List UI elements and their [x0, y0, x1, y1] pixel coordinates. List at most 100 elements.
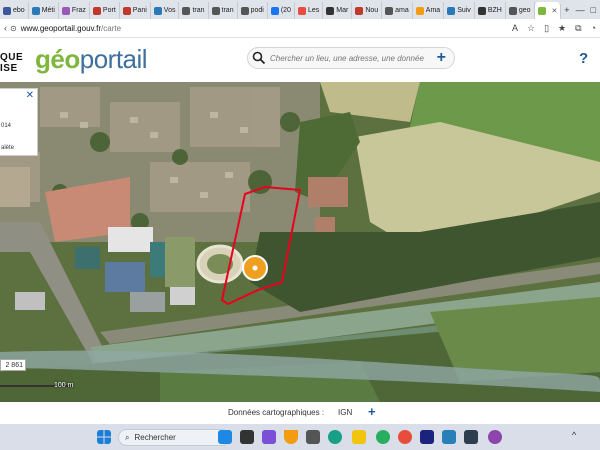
collections-icon[interactable]: ⧉ [575, 23, 581, 34]
address-bar[interactable]: ‹ ⊙ www.geoportail.gouv.fr/carte A ☆ ▯ ★… [0, 19, 600, 38]
logo-geo: géo [35, 44, 80, 74]
headphones-app-icon[interactable] [398, 430, 412, 444]
bing-icon[interactable] [218, 430, 232, 444]
edge-icon[interactable] [328, 430, 342, 444]
site-info-icon[interactable]: ⊙ [10, 24, 17, 33]
browser-tab[interactable]: tran [209, 2, 238, 19]
tab-favicon-icon [508, 6, 517, 15]
windows-start-icon[interactable] [97, 430, 111, 444]
search-icon[interactable] [252, 51, 266, 65]
info-line-1: 014 [1, 123, 12, 129]
tab-label: podi [250, 7, 264, 14]
logo-portail: portail [79, 44, 148, 74]
geoportail-logo[interactable]: géoportail [35, 44, 148, 75]
data-attribution-source[interactable]: IGN [338, 408, 352, 417]
search-box[interactable]: + [247, 47, 455, 69]
minimize-icon[interactable]: — [576, 5, 585, 15]
browser-tab[interactable]: ✕ [534, 2, 562, 19]
tab-label: Les [307, 7, 320, 14]
browser-tab[interactable]: BZH [475, 2, 506, 19]
browser-tab[interactable]: Port [90, 2, 120, 19]
tab-label: Nou [365, 7, 379, 14]
tab-label: ama [395, 7, 409, 14]
url-path: /carte [101, 23, 122, 33]
tab-favicon-icon [92, 6, 101, 15]
url-host: www.geoportail.gouv.fr [20, 23, 102, 33]
scale-bar-label: 100 m [54, 382, 74, 389]
split-screen-icon[interactable]: ▯ [544, 23, 549, 34]
url-text[interactable]: www.geoportail.gouv.fr/carte [21, 24, 121, 33]
rf-line-1: QUE [0, 52, 24, 63]
task-view-icon[interactable] [240, 430, 254, 444]
browser-tab[interactable]: (20 [268, 2, 295, 19]
back-icon[interactable]: ‹ [4, 23, 7, 33]
scale-value: 2 861 [0, 359, 26, 371]
close-icon[interactable]: ✕ [26, 90, 34, 101]
word-icon[interactable] [464, 430, 478, 444]
browser-tab[interactable]: Pani [120, 2, 151, 19]
browser-tab[interactable]: Les [295, 2, 324, 19]
tab-favicon-icon [447, 6, 456, 15]
new-tab-icon[interactable]: + [564, 5, 569, 15]
taskbar-search[interactable]: ⌕ Rechercher [118, 429, 230, 446]
browser-tab[interactable]: Ama [413, 2, 445, 19]
file-explorer-icon[interactable] [352, 430, 366, 444]
browser-tab[interactable]: geo [506, 2, 535, 19]
window-controls: + — □ [564, 5, 600, 15]
favorites-icon[interactable]: ★ [558, 23, 566, 34]
browser-tab-strip: ebo Méti Fraz Port Pani Vos tran tran podi (20 Les… [0, 0, 600, 19]
browser-tab[interactable]: ama [382, 2, 413, 19]
maximize-icon[interactable]: □ [591, 5, 596, 15]
tab-favicon-icon [122, 6, 131, 15]
browser-tab[interactable]: Mar [323, 2, 353, 19]
tab-label: Port [102, 7, 116, 14]
map-footer: Données cartographiques : IGN + [0, 402, 600, 424]
airplane-app-icon[interactable] [442, 430, 456, 444]
more-attribution-button[interactable]: + [368, 404, 376, 419]
tab-favicon-icon [153, 6, 162, 15]
tab-label: Vos [163, 7, 176, 14]
tab-favicon-icon [61, 6, 70, 15]
browser-tab[interactable]: tran [179, 2, 209, 19]
tab-label: Fraz [71, 7, 86, 14]
browser-tab[interactable]: Nou [352, 2, 383, 19]
favorite-star-icon[interactable]: ☆ [527, 23, 535, 34]
info-panel: ✕ 014 alète [0, 88, 38, 156]
tab-label: geo [518, 7, 531, 14]
profile-icon[interactable]: ◔ [591, 23, 596, 34]
browser-tab[interactable]: Méti [29, 2, 59, 19]
tab-favicon-icon [355, 6, 364, 15]
read-aloud-icon[interactable]: A [512, 23, 518, 34]
teams-icon[interactable] [262, 430, 276, 444]
help-button[interactable]: ? [579, 50, 588, 67]
app-icon[interactable] [488, 430, 502, 444]
tab-favicon-icon [31, 6, 40, 15]
aerial-map[interactable] [0, 82, 600, 402]
chrome-icon[interactable] [376, 430, 390, 444]
browser-tab[interactable]: Vos [151, 2, 180, 19]
tab-label: BZH [487, 7, 502, 14]
show-hidden-icons-icon[interactable]: ^ [572, 430, 576, 440]
tab-label: (20 [280, 7, 291, 14]
browser-tab[interactable]: Fraz [59, 2, 90, 19]
search-input[interactable] [270, 53, 430, 63]
map-view[interactable] [0, 82, 600, 402]
tab-label: tran [221, 7, 234, 14]
media-player-icon[interactable] [306, 430, 320, 444]
browser-tab[interactable]: Suiv [444, 2, 475, 19]
tab-favicon-icon [270, 6, 279, 15]
vlc-icon[interactable] [284, 430, 298, 444]
tab-label: ebo [13, 7, 25, 14]
tab-label: Suiv [457, 7, 471, 14]
tab-favicon-icon [477, 6, 486, 15]
advanced-search-plus-icon[interactable]: + [437, 49, 446, 67]
tab-favicon-icon [415, 6, 424, 15]
scale-bar: 100 m [0, 382, 74, 393]
tab-close-icon[interactable]: ✕ [552, 7, 558, 15]
browser-tab[interactable]: ebo [0, 2, 29, 19]
photoshop-icon[interactable] [420, 430, 434, 444]
republique-francaise-mark: QUE ISE [0, 52, 23, 74]
windows-taskbar: ⌕ Rechercher ^ [0, 424, 600, 450]
browser-tab[interactable]: podi [238, 2, 268, 19]
rf-line-2: ISE [0, 63, 18, 74]
